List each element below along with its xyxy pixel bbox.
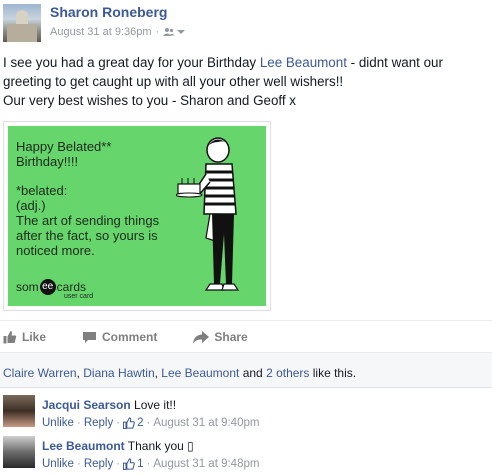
meta-dot: · xyxy=(116,417,121,429)
like-label: Like xyxy=(22,330,47,344)
post-meta: August 31 at 9:36pm · xyxy=(50,26,186,38)
post-text-line2: Our very best wishes to you - Sharon and… xyxy=(3,93,297,108)
comment-text: Love it!! xyxy=(130,398,177,412)
tagged-user-link[interactable]: Lee Beaumont xyxy=(260,55,347,70)
comment-body: Jacqui Searson Love it!! xyxy=(42,398,176,412)
meta-dot: · xyxy=(146,417,151,429)
ecard-background: Happy Belated** Birthday!!!! *belated: (… xyxy=(8,126,266,306)
like-count-number: 1 xyxy=(137,458,144,470)
liker-link[interactable]: Diana Hawtin xyxy=(83,366,154,380)
share-label: Share xyxy=(214,330,248,344)
comment-icon xyxy=(83,331,97,343)
friends-icon xyxy=(163,28,175,36)
avatar-dome xyxy=(16,10,28,24)
meta-separator: · xyxy=(155,26,160,38)
post-actions: Like Comment Share xyxy=(3,330,284,344)
likes-summary: Claire Warren, Diana Hawtin, Lee Beaumon… xyxy=(3,366,356,380)
comment-like-count[interactable]: 2 xyxy=(123,417,143,429)
chevron-down-icon xyxy=(177,30,186,34)
commenter-name[interactable]: Lee Beaumont xyxy=(42,439,125,453)
logo-subtitle: user card xyxy=(64,293,94,300)
like-button[interactable]: Like xyxy=(3,330,46,344)
reply-link[interactable]: Reply xyxy=(84,458,113,470)
facebook-post: Sharon Roneberg August 31 at 9:36pm · I … xyxy=(0,0,492,475)
others-link[interactable]: 2 others xyxy=(266,366,309,380)
ecard-line1: *belated: xyxy=(16,183,68,198)
author-name[interactable]: Sharon Roneberg xyxy=(50,4,167,20)
ecard-line5: noticed more. xyxy=(16,243,95,258)
liker-link[interactable]: Lee Beaumont xyxy=(161,366,239,380)
post-timestamp[interactable]: August 31 at 9:36pm xyxy=(50,26,152,38)
likes-suffix: like this. xyxy=(309,366,357,380)
reply-link[interactable]: Reply xyxy=(84,417,113,429)
avatar-building xyxy=(7,24,37,42)
logo-text-mid: ee xyxy=(39,279,56,295)
boy-with-cake-illustration xyxy=(176,137,240,291)
comment-label: Comment xyxy=(102,330,158,344)
unlike-link[interactable]: Unlike xyxy=(42,417,74,429)
thumbs-up-icon xyxy=(123,417,135,429)
divider xyxy=(0,320,492,321)
share-arrow-icon xyxy=(193,330,210,343)
liker-link[interactable]: Claire Warren xyxy=(3,366,77,380)
comment-meta: Unlike · Reply · 1 · August 31 at 9:48pm xyxy=(42,458,259,470)
author-avatar[interactable] xyxy=(3,4,41,42)
ecard-title: Happy Belated** Birthday!!!! xyxy=(16,139,112,169)
comment-timestamp[interactable]: August 31 at 9:48pm xyxy=(153,458,259,470)
comment-body: Lee Beaumont Thank you ▯ xyxy=(42,439,194,453)
comment-like-count[interactable]: 1 xyxy=(123,458,143,470)
ecard-text: Happy Belated** Birthday!!!! *belated: (… xyxy=(16,139,166,258)
thumbs-up-icon xyxy=(3,331,17,344)
ecard-line4: after the fact, so yours is xyxy=(16,228,158,243)
commenter-name[interactable]: Jacqui Searson xyxy=(42,398,131,412)
share-button[interactable]: Share xyxy=(193,330,248,344)
like-count-number: 2 xyxy=(137,417,144,429)
meta-dot: · xyxy=(76,417,81,429)
divider xyxy=(0,387,492,388)
unlike-link[interactable]: Unlike xyxy=(42,458,74,470)
logo-text-post: cards xyxy=(56,280,87,294)
ecard-line3: The art of sending things xyxy=(16,213,160,228)
comment-timestamp[interactable]: August 31 at 9:40pm xyxy=(153,417,259,429)
commenter-avatar[interactable] xyxy=(3,436,35,468)
commenter-avatar[interactable] xyxy=(3,395,35,427)
comment-meta: Unlike · Reply · 2 · August 31 at 9:40pm xyxy=(42,417,259,429)
post-text: I see you had a great day for your Birth… xyxy=(3,53,489,110)
likes-and: and xyxy=(239,366,267,380)
post-text-part1: I see you had a great day for your Birth… xyxy=(3,55,260,70)
logo-text-pre: som xyxy=(16,280,39,294)
meta-dot: · xyxy=(76,458,81,470)
meta-dot: · xyxy=(116,458,121,470)
ecard-line2: (adj.) xyxy=(16,198,46,213)
thumbs-up-icon xyxy=(123,458,135,470)
ecard-image[interactable]: Happy Belated** Birthday!!!! *belated: (… xyxy=(3,121,271,311)
comment-button[interactable]: Comment xyxy=(82,330,157,344)
audience-selector[interactable] xyxy=(163,27,186,37)
meta-dot: · xyxy=(146,458,151,470)
comment-text: Thank you ▯ xyxy=(124,439,194,453)
